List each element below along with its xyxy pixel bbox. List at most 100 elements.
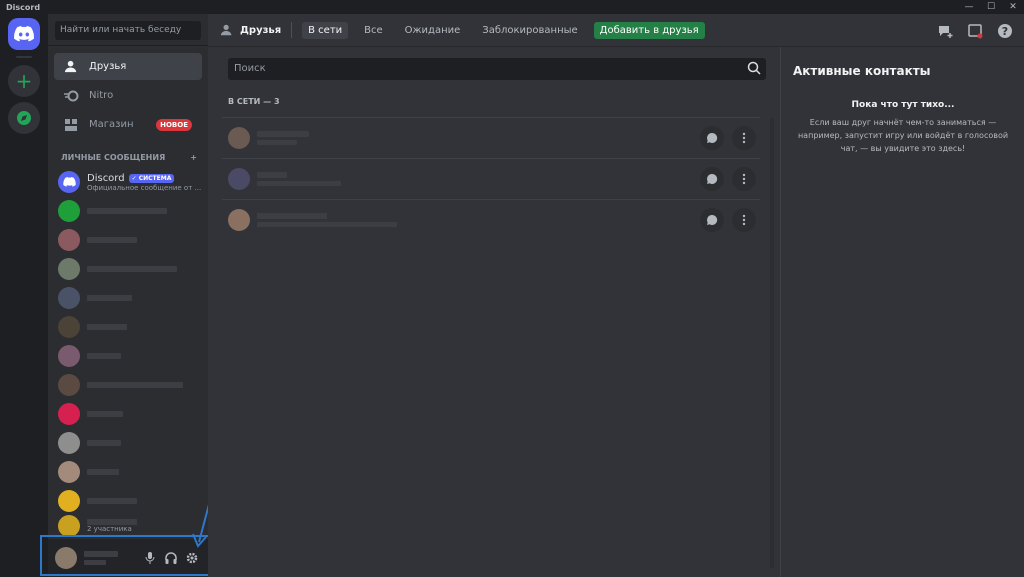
explore-servers-button[interactable] xyxy=(8,102,40,134)
new-badge: НОВОЕ xyxy=(156,118,192,131)
redacted-status xyxy=(257,139,297,145)
server-list: + xyxy=(0,14,48,577)
redacted-status xyxy=(257,180,341,186)
svg-text:?: ? xyxy=(1002,25,1008,38)
tab-all[interactable]: Все xyxy=(358,22,389,39)
guild-separator xyxy=(16,56,32,58)
list-item[interactable] xyxy=(54,283,202,313)
maximize-button[interactable]: ☐ xyxy=(980,0,1002,14)
avatar xyxy=(228,126,250,149)
redacted-name xyxy=(257,130,309,137)
create-dm-button[interactable]: + xyxy=(190,153,197,162)
redacted-name xyxy=(87,353,121,359)
more-vertical-icon xyxy=(742,214,746,225)
inbox-icon xyxy=(968,24,983,39)
nav-nitro[interactable]: Nitro xyxy=(54,82,202,109)
redacted-name xyxy=(257,171,287,178)
dm-header: ЛИЧНЫЕ СООБЩЕНИЯ + xyxy=(61,153,197,162)
tab-blocked[interactable]: Заблокированные xyxy=(476,22,583,39)
chat-bubble-icon xyxy=(707,214,718,225)
dm-subtitle: Официальное сообщение от ... xyxy=(87,183,202,192)
list-item[interactable] xyxy=(54,254,202,284)
page-title: Друзья xyxy=(220,23,281,37)
list-item[interactable] xyxy=(54,428,202,458)
chat-bubble-icon xyxy=(707,132,718,143)
help-icon: ? xyxy=(998,24,1012,38)
online-count-header: В СЕТИ — 3 xyxy=(228,97,280,106)
list-item[interactable] xyxy=(54,196,202,226)
nav-friends-label: Друзья xyxy=(89,61,127,72)
dm-subtitle: 2 участника xyxy=(87,525,132,533)
friends-icon xyxy=(220,24,232,36)
redacted-name xyxy=(87,469,119,475)
nav-nitro-label: Nitro xyxy=(89,90,114,101)
avatar xyxy=(58,345,80,367)
more-vertical-icon xyxy=(742,173,746,184)
nav-friends[interactable]: Друзья xyxy=(54,53,202,80)
find-conversation-button[interactable]: Найти или начать беседу xyxy=(55,21,201,40)
new-message-icon xyxy=(939,26,953,38)
friend-row[interactable] xyxy=(222,158,760,198)
chat-bubble-icon xyxy=(707,173,718,184)
new-group-dm-button[interactable] xyxy=(936,22,954,40)
add-server-button[interactable]: + xyxy=(8,65,40,97)
friends-scrollbar[interactable] xyxy=(770,118,774,568)
redacted-name xyxy=(87,440,121,446)
redacted-name xyxy=(87,382,183,388)
window-controls: — ☐ ✕ xyxy=(958,0,1024,14)
friend-row[interactable] xyxy=(222,117,760,157)
nav-shop-label: Магазин xyxy=(89,119,134,130)
more-button[interactable] xyxy=(732,166,756,191)
tab-pending[interactable]: Ожидание xyxy=(399,22,467,39)
list-item[interactable] xyxy=(54,312,202,342)
list-item[interactable] xyxy=(54,457,202,487)
redacted-name xyxy=(87,208,167,214)
home-button[interactable] xyxy=(8,18,40,50)
avatar xyxy=(58,287,80,309)
redacted-name xyxy=(87,498,137,504)
message-button[interactable] xyxy=(700,207,724,232)
dm-name: Discord ✓ СИСТЕМА xyxy=(87,173,201,184)
compass-icon xyxy=(17,111,31,125)
avatar xyxy=(58,374,80,396)
shop-icon xyxy=(63,117,79,133)
list-item[interactable] xyxy=(54,341,202,371)
avatar xyxy=(58,171,80,193)
avatar xyxy=(58,200,80,222)
redacted-name xyxy=(87,411,123,417)
list-item[interactable] xyxy=(54,370,202,400)
redacted-name xyxy=(257,212,327,219)
sidebar-divider xyxy=(48,45,208,46)
dm-header-label: ЛИЧНЫЕ СООБЩЕНИЯ xyxy=(61,153,166,162)
avatar xyxy=(58,490,80,512)
avatar xyxy=(58,461,80,483)
dm-item-discord[interactable]: Discord ✓ СИСТЕМА Официальное сообщение о… xyxy=(54,167,202,197)
avatar xyxy=(228,208,250,231)
more-button[interactable] xyxy=(732,125,756,150)
help-button[interactable]: ? xyxy=(996,22,1014,40)
inbox-button[interactable] xyxy=(966,22,984,40)
friend-row[interactable] xyxy=(222,199,760,239)
redacted-status xyxy=(257,221,397,227)
list-item[interactable] xyxy=(54,399,202,429)
list-item[interactable] xyxy=(54,225,202,255)
message-button[interactable] xyxy=(700,166,724,191)
channel-sidebar: Найти или начать беседу Друзья Nitro Маг… xyxy=(48,14,208,577)
quiet-description: Если ваш друг начнёт чем-то заниматься —… xyxy=(797,118,1009,153)
discord-logo-icon xyxy=(14,26,34,42)
redacted-name xyxy=(87,266,177,272)
tab-online[interactable]: В сети xyxy=(302,21,349,39)
redacted-name xyxy=(87,237,137,243)
plus-icon: + xyxy=(15,69,33,93)
add-friend-button[interactable]: Добавить в друзья xyxy=(593,21,705,39)
close-button[interactable]: ✕ xyxy=(1002,0,1024,14)
more-vertical-icon xyxy=(742,132,746,143)
more-button[interactable] xyxy=(732,207,756,232)
window-titlebar: Discord xyxy=(0,0,1024,14)
topbar-divider xyxy=(291,22,293,38)
minimize-button[interactable]: — xyxy=(958,0,980,14)
avatar xyxy=(228,167,250,190)
friends-search-input[interactable]: Поиск xyxy=(228,58,766,80)
nav-shop[interactable]: Магазин НОВОЕ xyxy=(54,111,202,138)
message-button[interactable] xyxy=(700,125,724,150)
